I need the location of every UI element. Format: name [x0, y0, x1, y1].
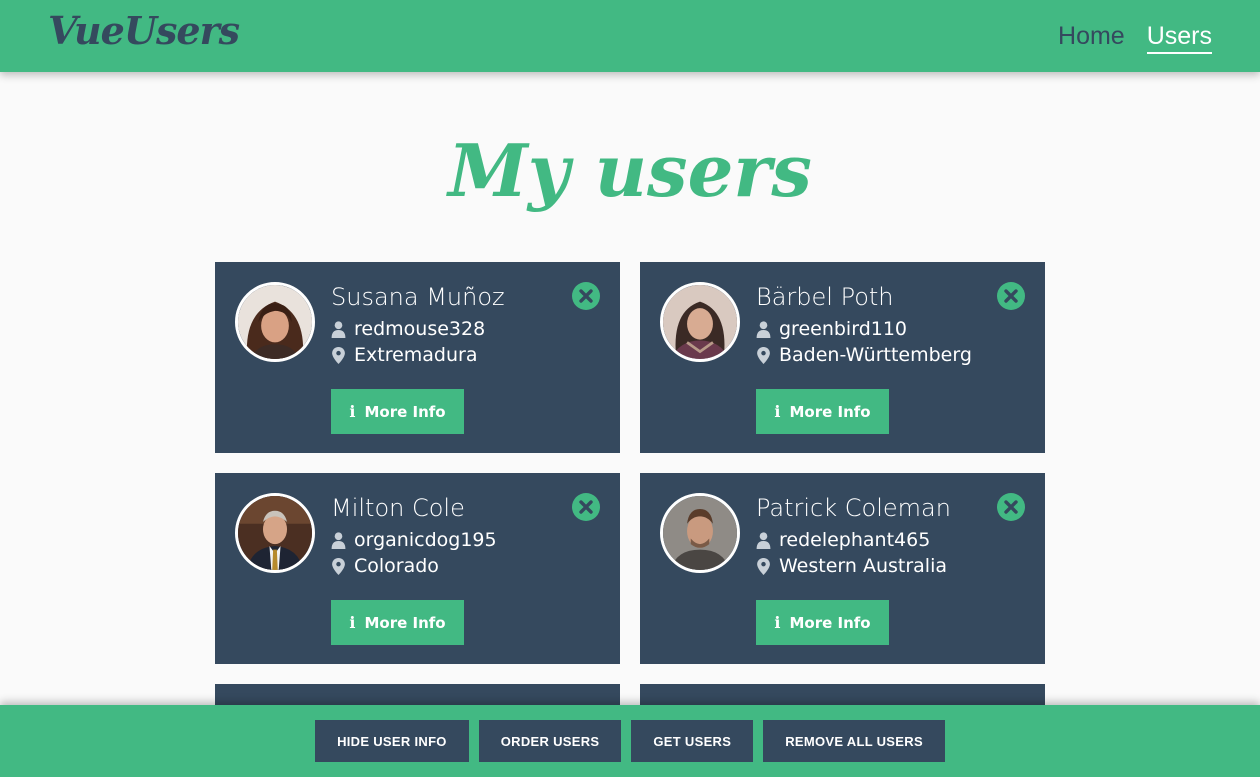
- user-name: Milton Cole: [331, 494, 465, 522]
- remove-user-button[interactable]: [572, 493, 600, 521]
- page-title: My users: [448, 128, 812, 213]
- info-icon: i: [349, 402, 356, 421]
- user-avatar-photo: [663, 496, 737, 570]
- main-nav: Home Users: [1058, 22, 1212, 54]
- info-icon: i: [349, 613, 356, 632]
- user-location: Extremadura: [354, 344, 478, 366]
- user-name: Patrick Coleman: [756, 494, 951, 522]
- bottom-action-bar: HIDE USER INFO ORDER USERS GET USERS REM…: [0, 705, 1260, 777]
- get-users-button[interactable]: GET USERS: [631, 720, 754, 762]
- more-info-button[interactable]: i More Info: [331, 389, 464, 434]
- more-info-button[interactable]: i More Info: [756, 600, 889, 645]
- user-icon: [756, 320, 771, 338]
- user-username: redelephant465: [779, 529, 931, 551]
- remove-user-button[interactable]: [572, 282, 600, 310]
- user-card-grid: Susana Muñoz redmouse328 Extremadura i M…: [215, 262, 1045, 724]
- user-avatar: [660, 282, 740, 362]
- user-avatar-photo: [238, 496, 312, 570]
- user-username: organicdog195: [354, 529, 497, 551]
- user-avatar-photo: [663, 285, 737, 359]
- nav-home-link[interactable]: Home: [1058, 22, 1125, 54]
- user-card: Milton Cole organicdog195 Colorado i Mor…: [215, 473, 620, 664]
- map-marker-icon: [331, 346, 346, 364]
- user-icon: [331, 531, 346, 549]
- more-info-label: More Info: [789, 402, 871, 421]
- user-location: Western Australia: [779, 555, 948, 577]
- times-circle-icon: [997, 493, 1025, 521]
- user-card: Patrick Coleman redelephant465 Western A…: [640, 473, 1045, 664]
- more-info-label: More Info: [364, 613, 446, 632]
- more-info-label: More Info: [789, 613, 871, 632]
- map-marker-icon: [756, 346, 771, 364]
- user-username-row: organicdog195: [331, 529, 497, 551]
- user-username-row: greenbird110: [756, 318, 907, 340]
- user-location: Colorado: [354, 555, 439, 577]
- more-info-label: More Info: [364, 402, 446, 421]
- hide-user-info-button[interactable]: HIDE USER INFO: [315, 720, 469, 762]
- times-circle-icon: [997, 282, 1025, 310]
- info-icon: i: [774, 402, 781, 421]
- user-username-row: redelephant465: [756, 529, 930, 551]
- order-users-button[interactable]: ORDER USERS: [478, 720, 622, 762]
- user-avatar: [235, 282, 315, 362]
- user-location: Baden-Württemberg: [779, 344, 972, 366]
- remove-user-button[interactable]: [997, 493, 1025, 521]
- user-name: Bärbel Poth: [756, 283, 894, 311]
- user-name: Susana Muñoz: [331, 283, 505, 311]
- user-icon: [331, 320, 346, 338]
- more-info-button[interactable]: i More Info: [756, 389, 889, 434]
- user-location-row: Colorado: [331, 555, 439, 577]
- map-marker-icon: [756, 557, 771, 575]
- info-icon: i: [774, 613, 781, 632]
- user-avatar: [235, 493, 315, 573]
- remove-user-button[interactable]: [997, 282, 1025, 310]
- app-logo[interactable]: VueUsers: [48, 8, 240, 53]
- user-username: redmouse328: [354, 318, 486, 340]
- user-location-row: Extremadura: [331, 344, 478, 366]
- user-card: Susana Muñoz redmouse328 Extremadura i M…: [215, 262, 620, 453]
- nav-users-link[interactable]: Users: [1146, 22, 1212, 54]
- user-avatar-photo: [238, 285, 312, 359]
- user-location-row: Western Australia: [756, 555, 947, 577]
- user-username-row: redmouse328: [331, 318, 485, 340]
- times-circle-icon: [572, 282, 600, 310]
- user-icon: [756, 531, 771, 549]
- user-location-row: Baden-Württemberg: [756, 344, 972, 366]
- user-card: Bärbel Poth greenbird110 Baden-Württembe…: [640, 262, 1045, 453]
- remove-all-users-button[interactable]: REMOVE ALL USERS: [763, 720, 945, 762]
- user-avatar: [660, 493, 740, 573]
- map-marker-icon: [331, 557, 346, 575]
- more-info-button[interactable]: i More Info: [331, 600, 464, 645]
- user-username: greenbird110: [779, 318, 908, 340]
- top-navbar: VueUsers Home Users: [0, 0, 1260, 72]
- times-circle-icon: [572, 493, 600, 521]
